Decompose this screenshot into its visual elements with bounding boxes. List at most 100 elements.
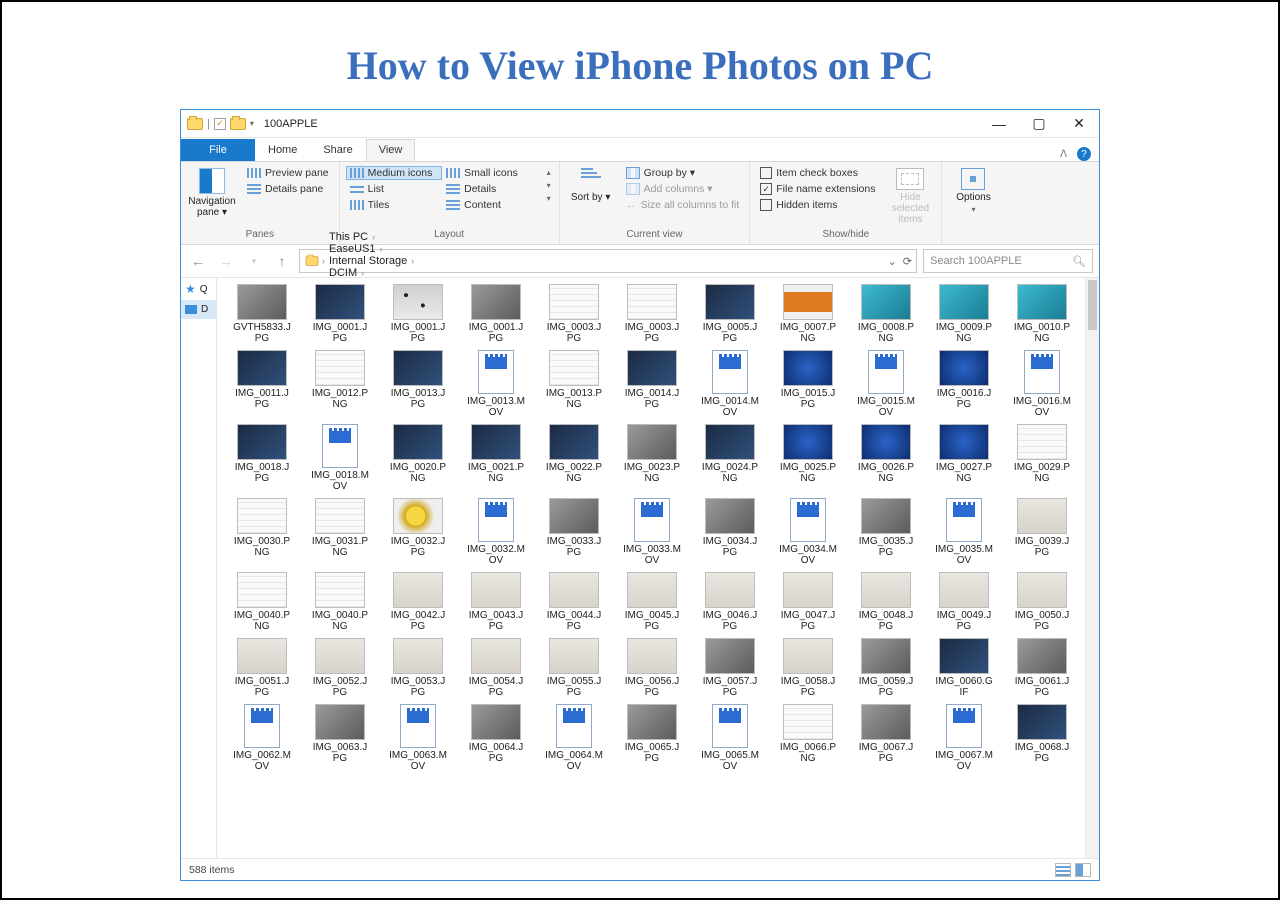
file-item[interactable]: IMG_0031.PNG — [303, 498, 377, 566]
file-item[interactable]: IMG_0066.PNG — [771, 704, 845, 772]
view-large-icon[interactable] — [1075, 863, 1091, 877]
tab-share[interactable]: Share — [310, 139, 365, 161]
layout-scroll[interactable]: ▴▾▾ — [545, 166, 553, 205]
file-item[interactable]: IMG_0014.JPG — [615, 350, 689, 418]
file-item[interactable]: IMG_0064.MOV — [537, 704, 611, 772]
qat-dropdown-icon[interactable]: ▾ — [250, 119, 254, 128]
file-item[interactable]: IMG_0048.JPG — [849, 572, 923, 632]
maximize-button[interactable]: ▢ — [1019, 110, 1059, 138]
content-area[interactable]: GVTH5833.JPGIMG_0001.JPGIMG_0001.JPGIMG_… — [217, 278, 1099, 858]
file-item[interactable]: IMG_0008.PNG — [849, 284, 923, 344]
breadcrumb-segment[interactable]: EaseUS1› — [327, 243, 416, 255]
layout-list[interactable]: List — [346, 182, 443, 196]
tab-view[interactable]: View — [366, 139, 416, 161]
file-item[interactable]: IMG_0013.MOV — [459, 350, 533, 418]
file-item[interactable]: IMG_0005.JPG — [693, 284, 767, 344]
file-item[interactable]: IMG_0047.JPG — [771, 572, 845, 632]
file-item[interactable]: IMG_0065.MOV — [693, 704, 767, 772]
file-item[interactable]: IMG_0021.PNG — [459, 424, 533, 492]
file-item[interactable]: IMG_0027.PNG — [927, 424, 1001, 492]
file-item[interactable]: IMG_0040.PNG — [303, 572, 377, 632]
file-item[interactable]: IMG_0045.JPG — [615, 572, 689, 632]
hidden-items-toggle[interactable]: Hidden items — [756, 198, 879, 212]
file-item[interactable]: IMG_0001.JPG — [459, 284, 533, 344]
file-item[interactable]: IMG_0033.JPG — [537, 498, 611, 566]
layout-small-icons[interactable]: Small icons — [442, 166, 539, 180]
file-item[interactable]: IMG_0052.JPG — [303, 638, 377, 698]
file-item[interactable]: IMG_0043.JPG — [459, 572, 533, 632]
file-item[interactable]: GVTH5833.JPG — [225, 284, 299, 344]
file-item[interactable]: IMG_0032.MOV — [459, 498, 533, 566]
help-icon[interactable]: ? — [1077, 147, 1091, 161]
file-item[interactable]: IMG_0003.JPG — [615, 284, 689, 344]
tab-home[interactable]: Home — [255, 139, 310, 161]
file-item[interactable]: IMG_0039.JPG — [1005, 498, 1079, 566]
preview-pane-button[interactable]: Preview pane — [243, 166, 333, 180]
file-item[interactable]: IMG_0029.PNG — [1005, 424, 1079, 492]
file-item[interactable]: IMG_0003.JPG — [537, 284, 611, 344]
navigation-pane-button[interactable]: Navigation pane ▾ — [187, 166, 237, 220]
file-item[interactable]: IMG_0007.PNG — [771, 284, 845, 344]
file-item[interactable]: IMG_0063.MOV — [381, 704, 455, 772]
file-item[interactable]: IMG_0032.JPG — [381, 498, 455, 566]
file-item[interactable]: IMG_0046.JPG — [693, 572, 767, 632]
file-item[interactable]: IMG_0018.JPG — [225, 424, 299, 492]
file-item[interactable]: IMG_0061.JPG — [1005, 638, 1079, 698]
breadcrumb-box[interactable]: › This PC›EaseUS1›Internal Storage›DCIM›… — [299, 249, 917, 273]
close-button[interactable]: ✕ — [1059, 110, 1099, 138]
refresh-icon[interactable]: ⟳ — [903, 255, 912, 268]
file-item[interactable]: IMG_0050.JPG — [1005, 572, 1079, 632]
options-button[interactable]: Options ▾ — [948, 166, 998, 216]
file-item[interactable]: IMG_0030.PNG — [225, 498, 299, 566]
file-item[interactable]: IMG_0060.GIF — [927, 638, 1001, 698]
nav-recent-button[interactable]: ▾ — [243, 250, 265, 272]
file-item[interactable]: IMG_0013.JPG — [381, 350, 455, 418]
file-item[interactable]: IMG_0064.JPG — [459, 704, 533, 772]
file-item[interactable]: IMG_0057.JPG — [693, 638, 767, 698]
file-item[interactable]: IMG_0016.JPG — [927, 350, 1001, 418]
sort-by-button[interactable]: Sort by ▾ — [566, 166, 616, 205]
file-item[interactable]: IMG_0012.PNG — [303, 350, 377, 418]
file-item[interactable]: IMG_0033.MOV — [615, 498, 689, 566]
breadcrumb-dropdown-icon[interactable]: ⌄ — [888, 255, 897, 268]
file-item[interactable]: IMG_0026.PNG — [849, 424, 923, 492]
qat-folder-icon[interactable] — [230, 118, 246, 130]
file-item[interactable]: IMG_0009.PNG — [927, 284, 1001, 344]
file-item[interactable]: IMG_0067.JPG — [849, 704, 923, 772]
file-item[interactable]: IMG_0034.MOV — [771, 498, 845, 566]
vertical-scrollbar[interactable] — [1085, 278, 1099, 858]
file-item[interactable]: IMG_0042.JPG — [381, 572, 455, 632]
file-item[interactable]: IMG_0022.PNG — [537, 424, 611, 492]
minimize-button[interactable]: — — [979, 110, 1019, 138]
layout-medium-icons[interactable]: Medium icons — [346, 166, 443, 180]
file-item[interactable]: IMG_0035.JPG — [849, 498, 923, 566]
file-item[interactable]: IMG_0058.JPG — [771, 638, 845, 698]
group-by-button[interactable]: Group by ▾ — [622, 166, 744, 180]
sidebar-desktop[interactable]: D — [181, 300, 216, 319]
file-item[interactable]: IMG_0014.MOV — [693, 350, 767, 418]
file-item[interactable]: IMG_0056.JPG — [615, 638, 689, 698]
view-details-icon[interactable] — [1055, 863, 1071, 877]
file-item[interactable]: IMG_0018.MOV — [303, 424, 377, 492]
file-item[interactable]: IMG_0040.PNG — [225, 572, 299, 632]
file-item[interactable]: IMG_0024.PNG — [693, 424, 767, 492]
file-item[interactable]: IMG_0051.JPG — [225, 638, 299, 698]
file-item[interactable]: IMG_0015.JPG — [771, 350, 845, 418]
file-item[interactable]: IMG_0044.JPG — [537, 572, 611, 632]
file-extensions-toggle[interactable]: ✓File name extensions — [756, 182, 879, 196]
file-item[interactable]: IMG_0067.MOV — [927, 704, 1001, 772]
file-item[interactable]: IMG_0020.PNG — [381, 424, 455, 492]
scrollbar-thumb[interactable] — [1088, 280, 1097, 330]
details-pane-button[interactable]: Details pane — [243, 182, 333, 196]
breadcrumb-segment[interactable]: This PC› — [327, 231, 416, 243]
sidebar-quick-access[interactable]: ★Q — [181, 278, 216, 300]
item-checkboxes-toggle[interactable]: Item check boxes — [756, 166, 879, 180]
file-item[interactable]: IMG_0062.MOV — [225, 704, 299, 772]
layout-details[interactable]: Details — [442, 182, 539, 196]
file-item[interactable]: IMG_0054.JPG — [459, 638, 533, 698]
qat-checkbox-icon[interactable]: ✓ — [214, 118, 226, 130]
file-item[interactable]: IMG_0065.JPG — [615, 704, 689, 772]
file-item[interactable]: IMG_0025.PNG — [771, 424, 845, 492]
file-item[interactable]: IMG_0068.JPG — [1005, 704, 1079, 772]
file-item[interactable]: IMG_0001.JPG — [381, 284, 455, 344]
